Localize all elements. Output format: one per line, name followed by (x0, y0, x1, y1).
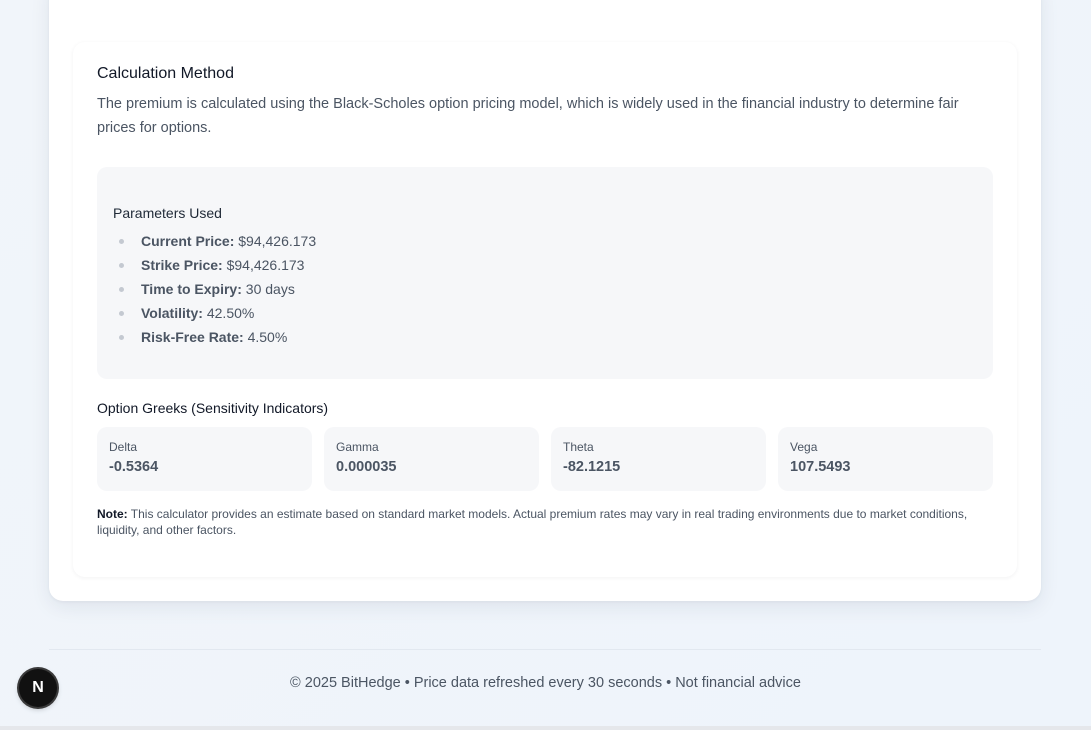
greek-card-gamma: Gamma 0.000035 (324, 427, 539, 491)
parameters-list: Current Price: $94,426.173 Strike Price:… (113, 229, 316, 349)
bullet-icon (119, 263, 124, 268)
calculation-method-card: Calculation Method The premium is calcul… (73, 42, 1017, 577)
parameter-current-price: Current Price: $94,426.173 (113, 229, 316, 253)
greek-label: Vega (790, 440, 818, 454)
badge-letter: N (32, 679, 44, 696)
parameter-label: Volatility: (141, 305, 203, 321)
parameters-box: Parameters Used Current Price: $94,426.1… (97, 167, 993, 379)
bottom-strip (0, 726, 1091, 730)
parameter-label: Strike Price: (141, 257, 223, 273)
calculation-description: The premium is calculated using the Blac… (97, 96, 959, 136)
greek-value: -82.1215 (563, 459, 621, 475)
bullet-icon (119, 287, 124, 292)
parameter-volatility: Volatility: 42.50% (113, 301, 316, 325)
parameter-value: 42.50% (206, 305, 255, 321)
disclaimer-note: Note: This calculator provides an estima… (97, 506, 977, 538)
parameter-value: 4.50% (247, 329, 288, 345)
footer-text: © 2025 BitHedge • Price data refreshed e… (290, 675, 801, 691)
greek-label: Theta (563, 440, 594, 454)
parameter-label: Time to Expiry: (141, 281, 242, 297)
bullet-icon (119, 239, 124, 244)
parameter-strike-price: Strike Price: $94,426.173 (113, 253, 316, 277)
parameter-risk-free-rate: Risk-Free Rate: 4.50% (113, 325, 316, 349)
parameter-label: Current Price: (141, 233, 235, 249)
parameter-value: 30 days (245, 281, 295, 297)
note-label: Note: (97, 507, 128, 521)
parameter-value: $94,426.173 (226, 257, 305, 273)
greek-value: 0.000035 (336, 459, 397, 475)
greek-label: Gamma (336, 440, 379, 454)
footer-divider (49, 649, 1041, 650)
calculation-method-title: Calculation Method (97, 65, 234, 82)
greek-card-vega: Vega 107.5493 (778, 427, 993, 491)
nextjs-icon[interactable]: N (19, 669, 57, 707)
parameter-time-to-expiry: Time to Expiry: 30 days (113, 277, 316, 301)
parameter-value: $94,426.173 (238, 233, 317, 249)
bullet-icon (119, 335, 124, 340)
greek-card-theta: Theta -82.1215 (551, 427, 766, 491)
calculator-panel: Calculation Method The premium is calcul… (49, 0, 1041, 601)
greek-label: Delta (109, 440, 138, 454)
parameters-title: Parameters Used (113, 205, 222, 221)
greeks-title: Option Greeks (Sensitivity Indicators) (97, 400, 329, 416)
bullet-icon (119, 311, 124, 316)
note-text: This calculator provides an estimate bas… (97, 507, 968, 537)
greek-value: 107.5493 (790, 459, 851, 475)
greek-card-delta: Delta -0.5364 (97, 427, 312, 491)
greek-value: -0.5364 (109, 459, 159, 475)
greeks-row: Delta -0.5364 Gamma 0.000035 Theta -82.1… (97, 427, 993, 491)
parameter-label: Risk-Free Rate: (141, 329, 244, 345)
